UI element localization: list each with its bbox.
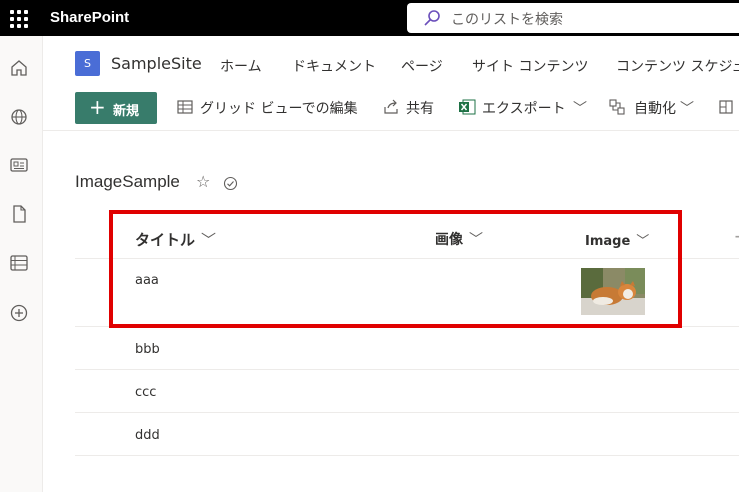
row-title-3[interactable]: ccc [135,385,156,400]
automate-icon [609,99,625,115]
search-input[interactable]: このリストを検索 [451,9,563,29]
create-icon[interactable] [8,302,30,324]
row-title-4[interactable]: ddd [135,428,160,443]
excel-icon [459,99,476,115]
row-divider [75,412,739,413]
command-bar: + 新規 グリッド ビューでの編集 共有 エクスポート ﹀ 自動化 ﹀ [42,88,739,131]
plus-icon: + [89,95,106,119]
search-icon [424,10,440,26]
document-icon[interactable] [8,203,30,225]
grid-icon [177,100,193,114]
nav-item-documents[interactable]: ドキュメント [292,56,376,76]
news-icon[interactable] [8,154,30,176]
app-launcher-icon[interactable] [10,10,28,28]
automate-chevron-icon[interactable]: ﹀ [680,98,694,118]
nav-item-site-contents[interactable]: サイト コンテンツ [472,56,588,76]
globe-icon[interactable] [8,106,30,128]
suite-bar: SharePoint このリストを検索 [0,0,739,36]
nav-item-pages[interactable]: ページ [401,56,443,76]
home-icon[interactable] [8,57,30,79]
site-name[interactable]: SampleSite [111,54,202,73]
list-icon[interactable] [8,252,30,274]
row-divider [75,455,739,456]
highlight-box [109,210,682,328]
new-button[interactable]: + 新規 [75,92,157,124]
nav-item-content-scheduler[interactable]: コンテンツ スケジューラ [616,56,739,76]
site-header: S SampleSite ホーム ドキュメント ページ サイト コンテンツ コン… [42,36,739,92]
new-button-label: 新規 [113,104,140,119]
favorite-star-icon[interactable]: ☆ [196,172,210,191]
row-divider [75,369,739,370]
export-chevron-icon[interactable]: ﹀ [573,98,587,118]
integrate-icon[interactable] [718,98,736,116]
share-button[interactable]: 共有 [406,98,434,118]
share-icon [384,99,398,114]
nav-item-home[interactable]: ホーム [220,56,262,76]
row-title-2[interactable]: bbb [135,342,160,357]
add-column-icon[interactable]: + [734,229,739,245]
check-circle-icon [223,176,238,191]
grid-edit-button[interactable]: グリッド ビューでの編集 [200,98,358,118]
export-button[interactable]: エクスポート [482,98,566,118]
app-name[interactable]: SharePoint [50,9,129,26]
left-rail [0,36,43,492]
list-title: ImageSample [75,172,180,191]
site-logo[interactable]: S [75,51,100,76]
search-box[interactable]: このリストを検索 [407,3,739,33]
automate-button[interactable]: 自動化 [634,98,676,118]
